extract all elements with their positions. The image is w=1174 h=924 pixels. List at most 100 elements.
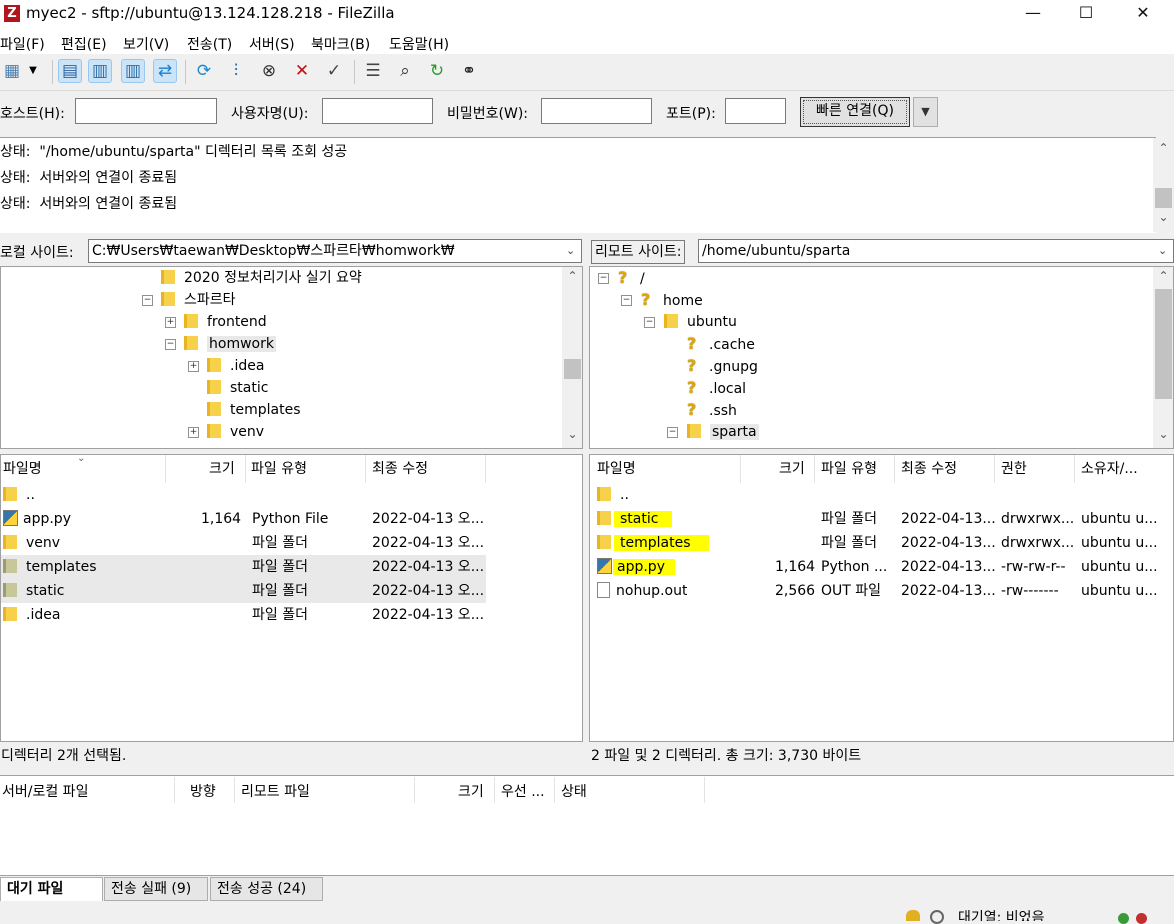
- column-divider[interactable]: [994, 455, 995, 483]
- collapse-icon[interactable]: −: [667, 427, 678, 438]
- tab-successful-transfers[interactable]: 전송 성공 (24): [210, 877, 323, 901]
- tab-queued-files[interactable]: 대기 파일: [0, 877, 103, 901]
- process-queue-icon[interactable]: ⫶: [224, 59, 248, 83]
- file-row[interactable]: app.py 1,164 Python File 2022-04-13 오...: [1, 507, 486, 531]
- scroll-down-icon[interactable]: ⌄: [1155, 210, 1172, 224]
- toggle-remote-tree-icon[interactable]: ▥: [121, 59, 145, 83]
- column-divider[interactable]: [740, 455, 741, 483]
- column-divider[interactable]: [234, 777, 235, 803]
- column-divider[interactable]: [414, 777, 415, 803]
- column-divider[interactable]: [174, 777, 175, 803]
- column-divider[interactable]: [245, 455, 246, 483]
- reconnect-icon[interactable]: ✓: [322, 59, 346, 83]
- speed-limit-icon[interactable]: [930, 910, 944, 924]
- collapse-icon[interactable]: −: [598, 273, 609, 284]
- cancel-icon[interactable]: ⊗: [257, 59, 281, 83]
- queue-header-status[interactable]: 상태: [561, 781, 587, 801]
- column-header-modified[interactable]: 최종 수정: [372, 455, 428, 483]
- column-divider[interactable]: [554, 777, 555, 803]
- remote-file-list[interactable]: 파일명 ⌃ 크기 파일 유형 최종 수정 권한 소유자/... .. stati…: [589, 454, 1174, 742]
- tree-node[interactable]: venv: [207, 421, 264, 443]
- column-divider[interactable]: [365, 455, 366, 483]
- column-header-owner[interactable]: 소유자/...: [1081, 455, 1138, 483]
- tree-node[interactable]: 스파르타: [161, 289, 236, 311]
- refresh-icon[interactable]: ⟳: [192, 59, 216, 83]
- queue-header-size[interactable]: 크기: [458, 781, 484, 801]
- collapse-icon[interactable]: −: [644, 317, 655, 328]
- menu-edit[interactable]: 편집(E): [61, 34, 107, 54]
- quickconnect-button[interactable]: 빠른 연결(Q): [800, 97, 910, 127]
- scroll-down-icon[interactable]: ⌄: [564, 427, 581, 441]
- column-divider[interactable]: [814, 455, 815, 483]
- scroll-thumb[interactable]: [1155, 289, 1172, 399]
- file-row[interactable]: ..: [590, 483, 1173, 507]
- collapse-icon[interactable]: −: [621, 295, 632, 306]
- toggle-message-log-icon[interactable]: ▤: [58, 59, 82, 83]
- expand-icon[interactable]: +: [188, 361, 199, 372]
- expand-icon[interactable]: +: [188, 427, 199, 438]
- tree-node[interactable]: frontend: [184, 311, 267, 333]
- tab-failed-transfers[interactable]: 전송 실패 (9): [104, 877, 208, 901]
- file-row[interactable]: templates 파일 폴더 2022-04-13... drwxrwx...…: [590, 531, 1173, 555]
- file-row[interactable]: ..: [1, 483, 486, 507]
- local-path-input[interactable]: C:₩Users₩taewan₩Desktop₩스파르타₩homwork₩: [88, 239, 582, 263]
- file-row[interactable]: .idea 파일 폴더 2022-04-13 오...: [1, 603, 486, 627]
- password-input[interactable]: [541, 98, 652, 124]
- disconnect-icon[interactable]: ✕: [290, 59, 314, 83]
- menu-server[interactable]: 서버(S): [249, 34, 295, 54]
- scroll-up-icon[interactable]: ⌃: [1155, 269, 1172, 283]
- tree-node[interactable]: ? .gnupg: [687, 355, 758, 377]
- scroll-thumb[interactable]: [1155, 188, 1172, 208]
- tree-node[interactable]: ? .local: [687, 377, 746, 399]
- tree-node-selected[interactable]: sparta: [687, 421, 759, 443]
- scroll-up-icon[interactable]: ⌃: [564, 269, 581, 283]
- close-button[interactable]: ✕: [1120, 0, 1166, 28]
- username-input[interactable]: [322, 98, 433, 124]
- column-header-permissions[interactable]: 권한: [1001, 455, 1027, 483]
- tree-node[interactable]: templates: [207, 399, 301, 421]
- scroll-thumb[interactable]: [564, 359, 581, 379]
- host-input[interactable]: [75, 98, 217, 124]
- column-divider[interactable]: [1074, 455, 1075, 483]
- local-file-list[interactable]: 파일명 ⌄ 크기 파일 유형 최종 수정 .. app.py 1,164 Pyt…: [0, 454, 583, 742]
- toggle-queue-icon[interactable]: ⇄: [153, 59, 177, 83]
- tree-node[interactable]: ? /: [618, 267, 645, 289]
- menu-file[interactable]: 파일(F): [0, 34, 45, 54]
- column-header-size[interactable]: 크기: [209, 455, 235, 483]
- column-header-modified[interactable]: 최종 수정: [901, 455, 957, 483]
- column-divider[interactable]: [485, 455, 486, 483]
- tree-node[interactable]: ? .cache: [687, 333, 755, 355]
- file-row[interactable]: nohup.out 2,566 OUT 파일 2022-04-13... -rw…: [590, 579, 1173, 603]
- sync-browse-icon[interactable]: ↻: [425, 59, 449, 83]
- tree-node-selected[interactable]: homwork: [184, 333, 276, 355]
- local-tree-scrollbar[interactable]: [562, 267, 582, 448]
- remote-path-input[interactable]: /home/ubuntu/sparta: [698, 239, 1174, 263]
- column-divider[interactable]: [894, 455, 895, 483]
- compare-icon[interactable]: ⌕: [393, 59, 417, 83]
- column-header-name[interactable]: 파일명: [597, 455, 636, 483]
- file-row-selected[interactable]: templates 파일 폴더 2022-04-13 오...: [1, 555, 486, 579]
- queue-header-remote[interactable]: 리모트 파일: [241, 781, 310, 801]
- file-row[interactable]: venv 파일 폴더 2022-04-13 오...: [1, 531, 486, 555]
- search-icon[interactable]: ⚭: [457, 59, 481, 83]
- tree-node[interactable]: static: [207, 377, 268, 399]
- scroll-up-icon[interactable]: ⌃: [1155, 141, 1172, 155]
- tree-node[interactable]: ? .ssh: [687, 399, 737, 421]
- tree-node[interactable]: ubuntu: [664, 311, 737, 333]
- queue-header-priority[interactable]: 우선 ...: [501, 781, 545, 801]
- queue-header-server-local[interactable]: 서버/로컬 파일: [2, 781, 88, 801]
- menu-transfer[interactable]: 전송(T): [187, 34, 232, 54]
- menu-bookmarks[interactable]: 북마크(B): [311, 34, 370, 54]
- port-input[interactable]: [725, 98, 786, 124]
- local-directory-tree[interactable]: 2020 정보처리기사 실기 요약 − 스파르타 + frontend − ho…: [0, 266, 583, 449]
- chevron-down-icon[interactable]: ⌄: [566, 244, 575, 257]
- menu-view[interactable]: 보기(V): [123, 34, 169, 54]
- column-divider[interactable]: [165, 455, 166, 483]
- transfer-queue[interactable]: [0, 775, 1174, 876]
- remote-directory-tree[interactable]: − ? / − ? home − ubuntu ? .cache ? .gnupg ?.…: [589, 266, 1174, 449]
- file-row[interactable]: app.py 1,164 Python ... 2022-04-13... -r…: [590, 555, 1173, 579]
- tree-node[interactable]: ? home: [641, 289, 703, 311]
- chevron-down-icon[interactable]: ⌄: [1158, 244, 1167, 257]
- menu-help[interactable]: 도움말(H): [389, 34, 449, 54]
- tree-node[interactable]: .idea: [207, 355, 264, 377]
